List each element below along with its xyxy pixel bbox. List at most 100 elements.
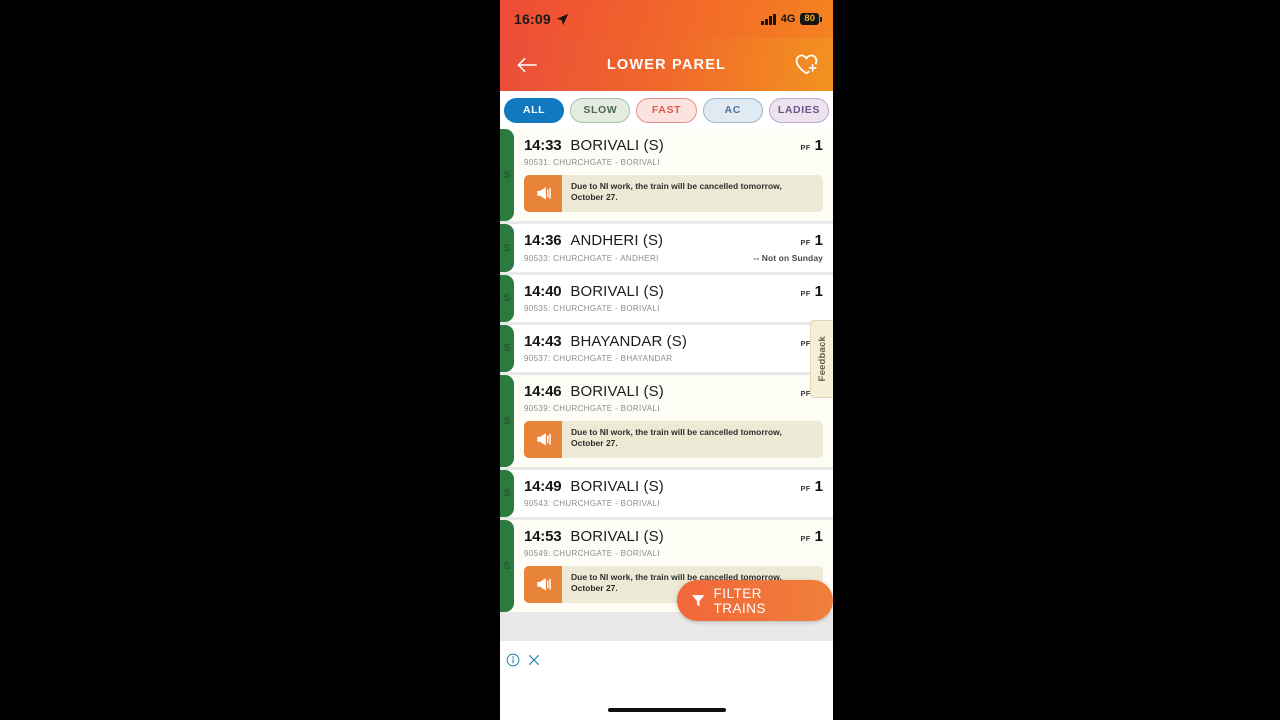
train-number-route: 90535: CHURCHGATE - BORIVALI: [524, 304, 660, 313]
megaphone-icon: [536, 187, 551, 200]
announcement-icon-wrap: [524, 421, 562, 458]
feedback-tab[interactable]: Feedback: [810, 320, 833, 398]
platform-number: 1: [814, 283, 823, 300]
train-type-filter-bar: ALL SLOW FAST AC LADIES: [500, 91, 833, 129]
train-departure-time: 14:46: [524, 383, 562, 400]
train-row[interactable]: S 14:36 ANDHERI (S) PF 1 90533: CHURCHGATE - …: [500, 224, 833, 272]
train-row[interactable]: S 14:49 BORIVALI (S) PF 1 90543: CHURCHGATE -…: [500, 470, 833, 517]
ad-close-button[interactable]: [527, 653, 541, 667]
megaphone-icon: [536, 578, 551, 591]
train-destination: BHAYANDAR (S): [570, 333, 687, 350]
train-destination: BORIVALI (S): [570, 383, 664, 400]
train-row-primary: 14:49 BORIVALI (S) PF 1: [524, 478, 823, 495]
train-number-route: 90531: CHURCHGATE - BORIVALI: [524, 158, 660, 167]
filter-pill-label: LADIES: [777, 104, 820, 116]
train-number-route: 90533: CHURCHGATE - ANDHERI: [524, 254, 659, 263]
platform-number: 1: [814, 528, 823, 545]
home-indicator: [607, 708, 726, 712]
train-row-secondary: 90537: CHURCHGATE - BHAYANDAR: [524, 354, 823, 363]
signal-bars-icon: [761, 13, 776, 25]
platform-indicator: PF1: [800, 528, 823, 545]
train-number-route: 90539: CHURCHGATE - BORIVALI: [524, 404, 660, 413]
train-type-side-tab: S: [500, 375, 514, 467]
train-row-primary: 14:33 BORIVALI (S) PF 1: [524, 137, 823, 154]
battery-indicator: 80: [800, 12, 822, 26]
platform-label: PF: [800, 484, 811, 493]
train-row[interactable]: S 14:40 BORIVALI (S) PF 1 90535: CHURCHGATE -…: [500, 275, 833, 322]
train-type-side-tab: S: [500, 129, 514, 221]
status-bar-time: 16:09: [514, 11, 551, 27]
train-row-secondary: 90533: CHURCHGATE - ANDHERI -- Not on Sun…: [524, 253, 823, 263]
platform-number: 1: [814, 137, 823, 154]
ad-info-button[interactable]: [506, 653, 520, 667]
info-circle-icon: [506, 653, 520, 667]
train-departure-time: 14:33: [524, 137, 562, 154]
train-departure-time: 14:49: [524, 478, 562, 495]
filter-pill-ac[interactable]: AC: [702, 97, 763, 123]
filter-pill-label: SLOW: [583, 104, 618, 116]
heart-plus-icon: [795, 54, 817, 75]
train-departure-time: 14:36: [524, 232, 562, 249]
platform-indicator: PF1: [800, 232, 823, 249]
announcement-text: Due to NI work, the train will be cancel…: [571, 427, 782, 449]
train-row[interactable]: S14:43BHAYANDAR (S)PF190537: CHURCHGATE …: [500, 325, 833, 372]
back-arrow-icon: [517, 57, 537, 72]
filter-pill-fast[interactable]: FAST: [636, 97, 697, 123]
train-row-primary: 14:36 ANDHERI (S) PF 1: [524, 232, 823, 249]
location-arrow-icon: [556, 13, 568, 25]
platform-number: 1: [814, 232, 823, 249]
filter-pill-label: ALL: [522, 104, 546, 116]
train-row-primary: 14:43BHAYANDAR (S)PF1: [524, 333, 823, 350]
train-number-route: 90549: CHURCHGATE - BORIVALI: [524, 549, 660, 558]
screenshot-root: 16:09 4G 80 LOWER PAREL ALL SLOW FAST AC…: [0, 0, 1280, 720]
platform-indicator: PF1: [800, 283, 823, 300]
train-departure-time: 14:40: [524, 283, 562, 300]
train-destination: BORIVALI (S): [570, 528, 664, 545]
train-destination: BORIVALI (S): [570, 283, 664, 300]
status-bar-left: 16:09: [514, 11, 569, 27]
train-row-secondary: 90531: CHURCHGATE - BORIVALI: [524, 158, 823, 167]
train-row-primary: 14:40 BORIVALI (S) PF 1: [524, 283, 823, 300]
app-bar: LOWER PAREL: [500, 38, 833, 91]
train-row-primary: 14:53 BORIVALI (S) PF 1: [524, 528, 823, 545]
train-type-side-tab: S: [500, 275, 514, 322]
train-type-side-tab: S: [500, 470, 514, 517]
back-button[interactable]: [514, 52, 540, 78]
train-number-route: 90537: CHURCHGATE - BHAYANDAR: [524, 354, 673, 363]
train-row[interactable]: S 14:33 BORIVALI (S) PF 1 90531: CHURCHGATE -…: [500, 129, 833, 221]
platform-number: 1: [814, 478, 823, 495]
train-announcement: Due to NI work, the train will be cancel…: [524, 175, 823, 212]
filter-pill-ladies[interactable]: LADIES: [768, 97, 830, 123]
train-departure-time: 14:43: [524, 333, 562, 350]
network-type-label: 4G: [780, 13, 796, 25]
filter-pill-label: AC: [724, 104, 741, 116]
train-announcement: Due to NI work, the train will be cancel…: [524, 421, 823, 458]
filter-pill-slow[interactable]: SLOW: [570, 97, 631, 123]
train-schedule-note: -- Not on Sunday: [753, 253, 823, 263]
train-type-side-tab: S: [500, 520, 514, 612]
announcement-icon-wrap: [524, 175, 562, 212]
announcement-text: Due to NI work, the train will be cancel…: [571, 181, 782, 203]
filter-trains-label: FILTER TRAINS: [713, 585, 767, 616]
train-number-route: 90543: CHURCHGATE - BORIVALI: [524, 499, 660, 508]
close-x-icon: [529, 655, 539, 665]
train-list[interactable]: S 14:33 BORIVALI (S) PF 1 90531: CHURCHGATE -…: [500, 129, 833, 641]
train-row[interactable]: S14:46BORIVALI (S)PF190539: CHURCHGATE -…: [500, 375, 833, 467]
train-row-secondary: 90539: CHURCHGATE - BORIVALI: [524, 404, 823, 413]
platform-label: PF: [800, 238, 811, 247]
status-bar: 16:09 4G 80: [500, 0, 833, 38]
platform-label: PF: [800, 143, 811, 152]
train-row-secondary: 90543: CHURCHGATE - BORIVALI: [524, 499, 823, 508]
filter-trains-button[interactable]: FILTER TRAINS: [677, 580, 833, 621]
train-destination: BORIVALI (S): [570, 478, 664, 495]
train-departure-time: 14:53: [524, 528, 562, 545]
ad-bar: [500, 645, 833, 675]
filter-pill-all[interactable]: ALL: [504, 97, 565, 123]
page-title: LOWER PAREL: [606, 56, 727, 73]
add-favorite-button[interactable]: [793, 52, 819, 78]
train-destination: BORIVALI (S): [570, 137, 664, 154]
filter-pill-label: FAST: [651, 104, 682, 116]
platform-indicator: PF1: [800, 137, 823, 154]
announcement-icon-wrap: [524, 566, 562, 603]
train-row-secondary: 90535: CHURCHGATE - BORIVALI: [524, 304, 823, 313]
